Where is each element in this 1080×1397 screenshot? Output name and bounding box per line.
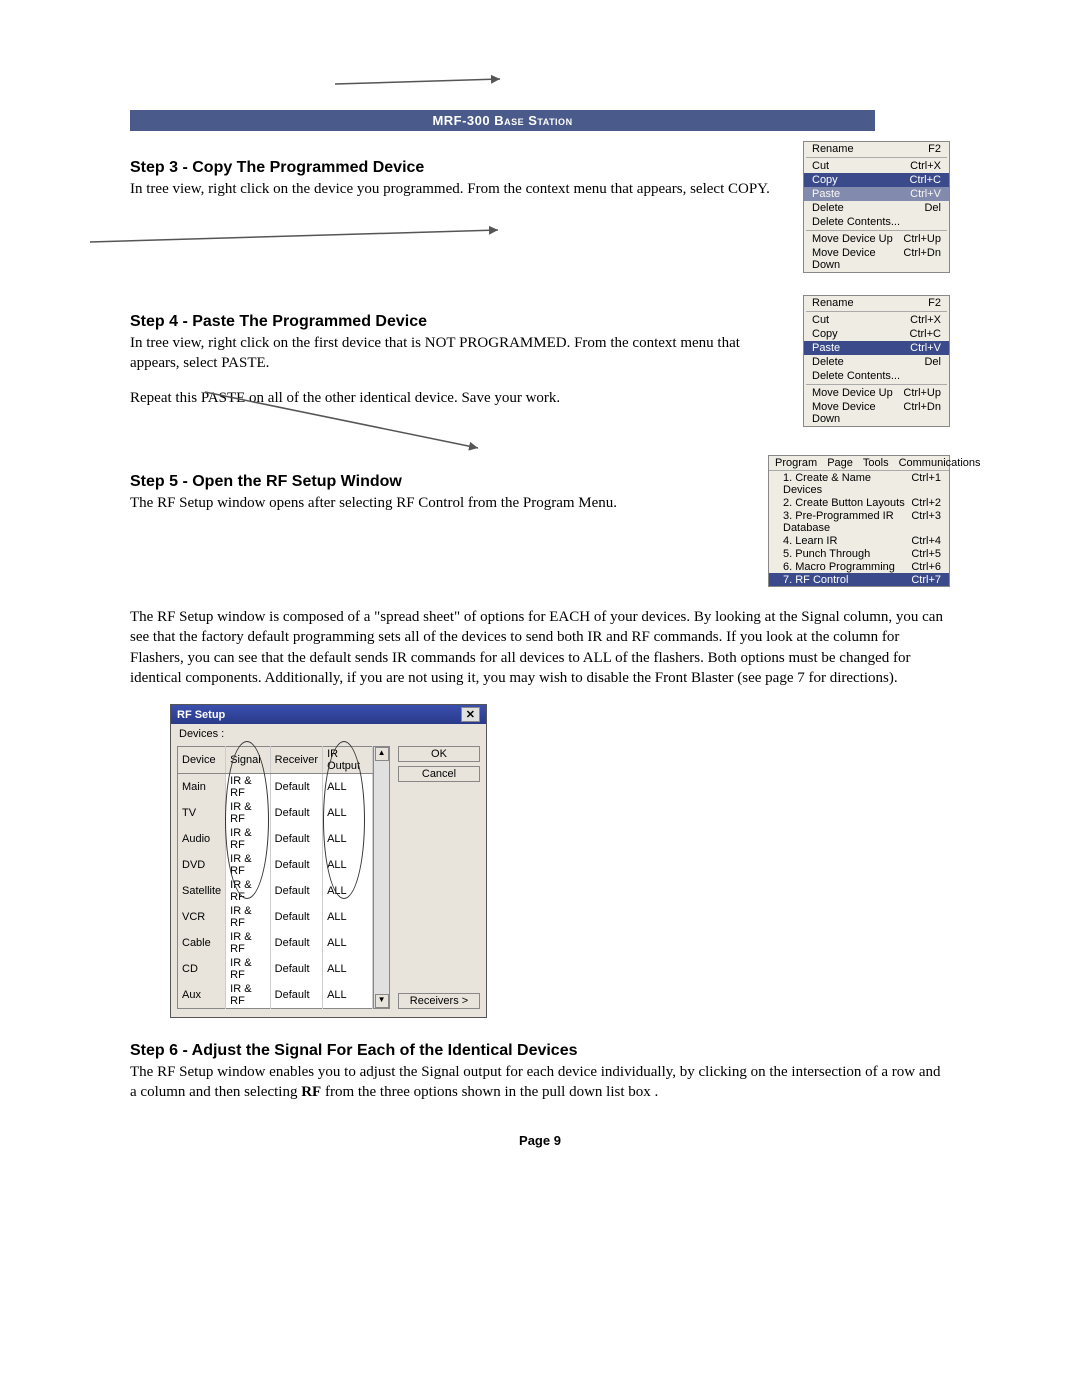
page-number: Page 9 bbox=[130, 1133, 950, 1148]
ctx-delete-contents[interactable]: Delete Contents... bbox=[804, 215, 949, 229]
receivers-button[interactable]: Receivers > bbox=[398, 993, 480, 1009]
menu-page[interactable]: Page bbox=[827, 457, 853, 469]
cancel-button[interactable]: Cancel bbox=[398, 766, 480, 782]
rf-devices-label: Devices : bbox=[171, 724, 486, 740]
step4-heading: Step 4 - Paste The Programmed Device bbox=[130, 313, 789, 331]
ctx-move-down[interactable]: Move Device DownCtrl+Dn bbox=[804, 400, 949, 426]
step6-body: The RF Setup window enables you to adjus… bbox=[130, 1062, 950, 1103]
table-row[interactable]: SatelliteIR & RFDefaultALL bbox=[178, 878, 373, 904]
ctx-copy[interactable]: CopyCtrl+C bbox=[804, 327, 949, 341]
program-menu-item[interactable]: 4. Learn IRCtrl+4 bbox=[769, 534, 949, 547]
rf-setup-table[interactable]: DeviceSignalReceiverIR Output MainIR & R… bbox=[177, 746, 373, 1009]
table-header[interactable]: IR Output bbox=[323, 747, 373, 774]
table-row[interactable]: AudioIR & RFDefaultALL bbox=[178, 826, 373, 852]
table-header[interactable]: Device bbox=[178, 747, 226, 774]
scroll-up-icon[interactable]: ▲ bbox=[375, 747, 389, 761]
step3-body: In tree view, right click on the device … bbox=[130, 179, 789, 199]
program-menu-item[interactable]: 7. RF ControlCtrl+7 bbox=[769, 573, 949, 586]
menu-communications[interactable]: Communications bbox=[899, 457, 981, 469]
close-icon[interactable]: ✕ bbox=[461, 707, 480, 722]
menu-tools[interactable]: Tools bbox=[863, 457, 889, 469]
ctx-cut[interactable]: CutCtrl+X bbox=[804, 159, 949, 173]
header-bar: MRF-300 Base Station bbox=[130, 110, 875, 131]
ctx-delete-contents[interactable]: Delete Contents... bbox=[804, 369, 949, 383]
program-menu-item[interactable]: 5. Punch ThroughCtrl+5 bbox=[769, 547, 949, 560]
ctx-move-down[interactable]: Move Device DownCtrl+Dn bbox=[804, 246, 949, 272]
ctx-rename[interactable]: RenameF2 bbox=[804, 296, 949, 310]
step3-heading: Step 3 - Copy The Programmed Device bbox=[130, 159, 789, 177]
ctx-cut[interactable]: CutCtrl+X bbox=[804, 313, 949, 327]
program-menu-item[interactable]: 6. Macro ProgrammingCtrl+6 bbox=[769, 560, 949, 573]
table-row[interactable]: AuxIR & RFDefaultALL bbox=[178, 982, 373, 1009]
program-menu-item[interactable]: 1. Create & Name DevicesCtrl+1 bbox=[769, 471, 949, 496]
context-menu-paste: RenameF2 CutCtrl+X CopyCtrl+C PasteCtrl+… bbox=[803, 295, 950, 427]
ok-button[interactable]: OK bbox=[398, 746, 480, 762]
ctx-delete[interactable]: DeleteDel bbox=[804, 355, 949, 369]
ctx-rename[interactable]: RenameF2 bbox=[804, 142, 949, 156]
context-menu-copy: RenameF2 CutCtrl+X CopyCtrl+C PasteCtrl+… bbox=[803, 141, 950, 273]
rf-setup-window: RF Setup ✕ Devices : DeviceSignalReceive… bbox=[170, 704, 487, 1018]
ctx-move-up[interactable]: Move Device UpCtrl+Up bbox=[804, 386, 949, 400]
table-row[interactable]: CableIR & RFDefaultALL bbox=[178, 930, 373, 956]
program-menu-item[interactable]: 3. Pre-Programmed IR DatabaseCtrl+3 bbox=[769, 509, 949, 534]
ctx-paste[interactable]: PasteCtrl+V bbox=[804, 341, 949, 355]
program-menu-bar: Program Page Tools Communications bbox=[769, 456, 949, 471]
scrollbar[interactable]: ▲ ▼ bbox=[373, 746, 390, 1009]
table-row[interactable]: TVIR & RFDefaultALL bbox=[178, 800, 373, 826]
menu-program[interactable]: Program bbox=[775, 457, 817, 469]
ctx-delete[interactable]: DeleteDel bbox=[804, 201, 949, 215]
table-header[interactable]: Receiver bbox=[270, 747, 322, 774]
step5-body1: The RF Setup window opens after selectin… bbox=[130, 493, 754, 513]
ctx-move-up[interactable]: Move Device UpCtrl+Up bbox=[804, 232, 949, 246]
table-row[interactable]: MainIR & RFDefaultALL bbox=[178, 774, 373, 801]
step4-body1: In tree view, right click on the first d… bbox=[130, 333, 789, 374]
ctx-paste-disabled: PasteCtrl+V bbox=[804, 187, 949, 201]
table-header[interactable]: Signal bbox=[226, 747, 271, 774]
step5-body2: The RF Setup window is composed of a "sp… bbox=[130, 607, 950, 688]
program-menu-item[interactable]: 2. Create Button LayoutsCtrl+2 bbox=[769, 496, 949, 509]
table-row[interactable]: CDIR & RFDefaultALL bbox=[178, 956, 373, 982]
table-row[interactable]: VCRIR & RFDefaultALL bbox=[178, 904, 373, 930]
rf-setup-title: RF Setup bbox=[177, 709, 225, 721]
table-row[interactable]: DVDIR & RFDefaultALL bbox=[178, 852, 373, 878]
step6-heading: Step 6 - Adjust the Signal For Each of t… bbox=[130, 1042, 950, 1060]
program-menu: Program Page Tools Communications 1. Cre… bbox=[768, 455, 950, 587]
step5-heading: Step 5 - Open the RF Setup Window bbox=[130, 473, 754, 491]
ctx-copy[interactable]: CopyCtrl+C bbox=[804, 173, 949, 187]
step4-body2: Repeat this PASTE on all of the other id… bbox=[130, 388, 789, 408]
scroll-down-icon[interactable]: ▼ bbox=[375, 994, 389, 1008]
